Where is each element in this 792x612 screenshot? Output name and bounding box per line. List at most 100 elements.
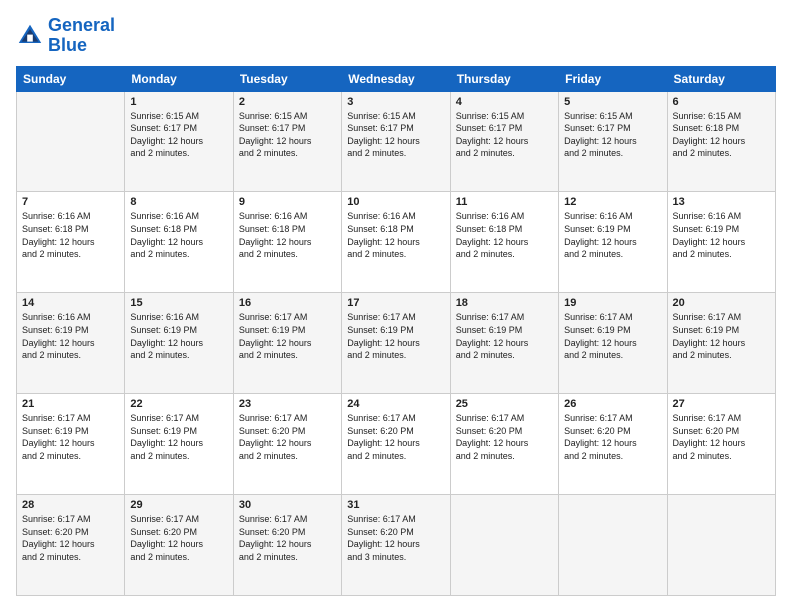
day-number: 13 bbox=[673, 196, 770, 208]
page: General Blue SundayMondayTuesdayWednesda… bbox=[0, 0, 792, 612]
day-info: Sunrise: 6:16 AM Sunset: 6:19 PM Dayligh… bbox=[22, 311, 119, 361]
day-info: Sunrise: 6:15 AM Sunset: 6:17 PM Dayligh… bbox=[456, 110, 553, 160]
day-info: Sunrise: 6:17 AM Sunset: 6:19 PM Dayligh… bbox=[456, 311, 553, 361]
day-info: Sunrise: 6:17 AM Sunset: 6:20 PM Dayligh… bbox=[239, 412, 336, 462]
day-info: Sunrise: 6:17 AM Sunset: 6:19 PM Dayligh… bbox=[564, 311, 661, 361]
calendar-cell: 5Sunrise: 6:15 AM Sunset: 6:17 PM Daylig… bbox=[559, 91, 667, 192]
day-info: Sunrise: 6:17 AM Sunset: 6:20 PM Dayligh… bbox=[130, 513, 227, 563]
day-info: Sunrise: 6:17 AM Sunset: 6:19 PM Dayligh… bbox=[22, 412, 119, 462]
day-number: 17 bbox=[347, 297, 444, 309]
calendar-cell: 29 Sunrise: 6:17 AM Sunset: 6:20 PM Dayli… bbox=[125, 495, 233, 596]
calendar-cell: 24 Sunrise: 6:17 AM Sunset: 6:20 PM Dayli… bbox=[342, 394, 450, 495]
day-number: 12 bbox=[564, 196, 661, 208]
day-number: 2 bbox=[239, 96, 336, 108]
day-info: Sunrise: 6:17 AM Sunset: 6:19 PM Dayligh… bbox=[347, 311, 444, 361]
day-info: Sunrise: 6:15 AM Sunset: 6:17 PM Dayligh… bbox=[347, 110, 444, 160]
week-row-2: 14 Sunrise: 6:16 AM Sunset: 6:19 PM Dayli… bbox=[17, 293, 776, 394]
day-number: 29 bbox=[130, 499, 227, 511]
day-info: Sunrise: 6:17 AM Sunset: 6:20 PM Dayligh… bbox=[347, 513, 444, 563]
calendar-cell: 15 Sunrise: 6:16 AM Sunset: 6:19 PM Dayli… bbox=[125, 293, 233, 394]
day-info: Sunrise: 6:17 AM Sunset: 6:20 PM Dayligh… bbox=[673, 412, 770, 462]
day-info: Sunrise: 6:16 AM Sunset: 6:18 PM Dayligh… bbox=[239, 210, 336, 260]
day-number: 27 bbox=[673, 398, 770, 410]
calendar-cell: 4 Sunrise: 6:15 AM Sunset: 6:17 PM Daylig… bbox=[450, 91, 558, 192]
calendar-cell: 7Sunrise: 6:16 AM Sunset: 6:18 PM Daylig… bbox=[17, 192, 125, 293]
day-number: 10 bbox=[347, 196, 444, 208]
day-info: Sunrise: 6:17 AM Sunset: 6:19 PM Dayligh… bbox=[673, 311, 770, 361]
day-number: 28 bbox=[22, 499, 119, 511]
calendar-cell bbox=[559, 495, 667, 596]
logo-general: General bbox=[48, 15, 115, 35]
day-number: 1 bbox=[130, 96, 227, 108]
day-header-tuesday: Tuesday bbox=[233, 66, 341, 91]
day-info: Sunrise: 6:15 AM Sunset: 6:17 PM Dayligh… bbox=[130, 110, 227, 160]
day-number: 4 bbox=[456, 96, 553, 108]
day-info: Sunrise: 6:17 AM Sunset: 6:20 PM Dayligh… bbox=[347, 412, 444, 462]
calendar-cell: 31 Sunrise: 6:17 AM Sunset: 6:20 PM Dayli… bbox=[342, 495, 450, 596]
day-info: Sunrise: 6:16 AM Sunset: 6:18 PM Dayligh… bbox=[347, 210, 444, 260]
day-number: 31 bbox=[347, 499, 444, 511]
day-number: 16 bbox=[239, 297, 336, 309]
calendar-cell: 13Sunrise: 6:16 AM Sunset: 6:19 PM Dayli… bbox=[667, 192, 775, 293]
calendar-cell: 1 Sunrise: 6:15 AM Sunset: 6:17 PM Daylig… bbox=[125, 91, 233, 192]
header-row: SundayMondayTuesdayWednesdayThursdayFrid… bbox=[17, 66, 776, 91]
day-header-saturday: Saturday bbox=[667, 66, 775, 91]
calendar-cell bbox=[17, 91, 125, 192]
day-number: 24 bbox=[347, 398, 444, 410]
day-number: 19 bbox=[564, 297, 661, 309]
day-number: 18 bbox=[456, 297, 553, 309]
day-number: 30 bbox=[239, 499, 336, 511]
calendar-cell: 25 Sunrise: 6:17 AM Sunset: 6:20 PM Dayli… bbox=[450, 394, 558, 495]
calendar-cell: 11 Sunrise: 6:16 AM Sunset: 6:18 PM Dayli… bbox=[450, 192, 558, 293]
day-info: Sunrise: 6:15 AM Sunset: 6:17 PM Dayligh… bbox=[239, 110, 336, 160]
day-info: Sunrise: 6:17 AM Sunset: 6:20 PM Dayligh… bbox=[22, 513, 119, 563]
calendar-cell: 23Sunrise: 6:17 AM Sunset: 6:20 PM Dayli… bbox=[233, 394, 341, 495]
day-number: 11 bbox=[456, 196, 553, 208]
calendar-cell: 22Sunrise: 6:17 AM Sunset: 6:19 PM Dayli… bbox=[125, 394, 233, 495]
logo-text: General Blue bbox=[48, 16, 115, 56]
week-row-0: 1 Sunrise: 6:15 AM Sunset: 6:17 PM Daylig… bbox=[17, 91, 776, 192]
calendar-cell: 27 Sunrise: 6:17 AM Sunset: 6:20 PM Dayli… bbox=[667, 394, 775, 495]
logo-icon bbox=[16, 22, 44, 50]
calendar-cell: 12Sunrise: 6:16 AM Sunset: 6:19 PM Dayli… bbox=[559, 192, 667, 293]
day-header-thursday: Thursday bbox=[450, 66, 558, 91]
calendar-table: SundayMondayTuesdayWednesdayThursdayFrid… bbox=[16, 66, 776, 596]
calendar-cell: 14 Sunrise: 6:16 AM Sunset: 6:19 PM Dayli… bbox=[17, 293, 125, 394]
day-info: Sunrise: 6:16 AM Sunset: 6:18 PM Dayligh… bbox=[456, 210, 553, 260]
day-number: 22 bbox=[130, 398, 227, 410]
day-number: 26 bbox=[564, 398, 661, 410]
day-number: 20 bbox=[673, 297, 770, 309]
day-number: 7 bbox=[22, 196, 119, 208]
day-info: Sunrise: 6:15 AM Sunset: 6:17 PM Dayligh… bbox=[564, 110, 661, 160]
day-info: Sunrise: 6:16 AM Sunset: 6:19 PM Dayligh… bbox=[130, 311, 227, 361]
day-number: 9 bbox=[239, 196, 336, 208]
day-info: Sunrise: 6:17 AM Sunset: 6:19 PM Dayligh… bbox=[239, 311, 336, 361]
day-header-wednesday: Wednesday bbox=[342, 66, 450, 91]
day-number: 25 bbox=[456, 398, 553, 410]
day-info: Sunrise: 6:17 AM Sunset: 6:20 PM Dayligh… bbox=[564, 412, 661, 462]
calendar-cell bbox=[667, 495, 775, 596]
calendar-cell: 17 Sunrise: 6:17 AM Sunset: 6:19 PM Dayli… bbox=[342, 293, 450, 394]
calendar-cell: 3 Sunrise: 6:15 AM Sunset: 6:17 PM Daylig… bbox=[342, 91, 450, 192]
day-number: 3 bbox=[347, 96, 444, 108]
calendar-cell bbox=[450, 495, 558, 596]
calendar-cell: 28 Sunrise: 6:17 AM Sunset: 6:20 PM Dayli… bbox=[17, 495, 125, 596]
day-header-monday: Monday bbox=[125, 66, 233, 91]
day-info: Sunrise: 6:16 AM Sunset: 6:18 PM Dayligh… bbox=[130, 210, 227, 260]
calendar-cell: 16 Sunrise: 6:17 AM Sunset: 6:19 PM Dayli… bbox=[233, 293, 341, 394]
header: General Blue bbox=[16, 16, 776, 56]
day-number: 14 bbox=[22, 297, 119, 309]
calendar-cell: 10 Sunrise: 6:16 AM Sunset: 6:18 PM Dayli… bbox=[342, 192, 450, 293]
week-row-4: 28 Sunrise: 6:17 AM Sunset: 6:20 PM Dayli… bbox=[17, 495, 776, 596]
calendar-cell: 20 Sunrise: 6:17 AM Sunset: 6:19 PM Dayli… bbox=[667, 293, 775, 394]
calendar-cell: 18 Sunrise: 6:17 AM Sunset: 6:19 PM Dayli… bbox=[450, 293, 558, 394]
week-row-1: 7 Sunrise: 6:16 AM Sunset: 6:18 PM Daylig… bbox=[17, 192, 776, 293]
logo: General Blue bbox=[16, 16, 115, 56]
calendar-cell: 6Sunrise: 6:15 AM Sunset: 6:18 PM Daylig… bbox=[667, 91, 775, 192]
day-info: Sunrise: 6:17 AM Sunset: 6:20 PM Dayligh… bbox=[456, 412, 553, 462]
week-row-3: 21 Sunrise: 6:17 AM Sunset: 6:19 PM Dayli… bbox=[17, 394, 776, 495]
day-header-sunday: Sunday bbox=[17, 66, 125, 91]
logo-blue: Blue bbox=[48, 35, 87, 55]
day-number: 21 bbox=[22, 398, 119, 410]
day-number: 15 bbox=[130, 297, 227, 309]
